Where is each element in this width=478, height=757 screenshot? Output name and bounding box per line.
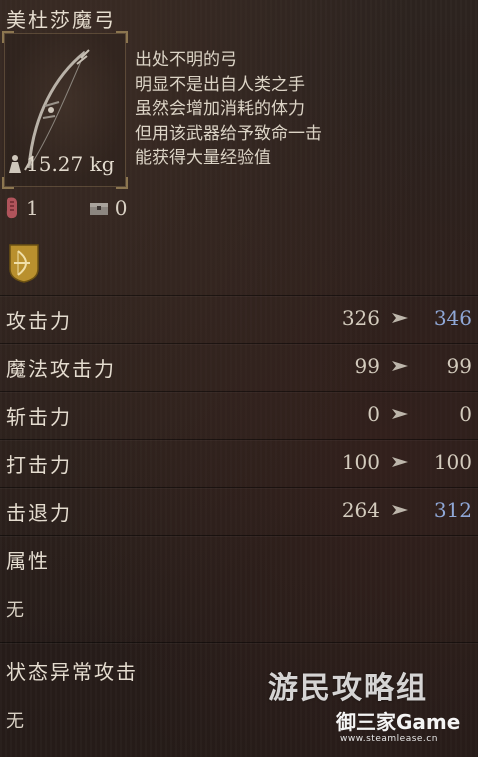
- description-line: 但用该武器给予致命一击: [135, 123, 322, 144]
- stat-current-value: 0: [367, 402, 380, 426]
- stat-row-attack: 攻击力 326 346: [0, 296, 478, 343]
- stat-row-strike: 打击力 100 100: [0, 440, 478, 487]
- stat-row-knockback: 击退力 264 312: [0, 488, 478, 535]
- item-name: 美杜莎魔弓: [6, 8, 116, 32]
- stat-current-value: 99: [354, 354, 380, 378]
- weight-icon: [9, 155, 21, 173]
- weight-value: 15.27 kg: [26, 152, 115, 176]
- stat-new-value: 100: [433, 450, 472, 474]
- attribute-label: 属性: [6, 549, 50, 573]
- description-line: 能获得大量经验值: [135, 148, 271, 168]
- watermark-url: www.steamlease.cn: [340, 734, 438, 744]
- storage-count-value: 0: [114, 196, 128, 220]
- stat-label: 打击力: [6, 453, 72, 477]
- bow-skill-badge-icon: [9, 244, 39, 283]
- stat-label: 攻击力: [6, 309, 72, 333]
- status-attack-value: 无: [6, 711, 24, 732]
- description-line: 明显不是出自人类之手: [135, 74, 305, 95]
- stat-new-value: 312: [433, 498, 472, 522]
- stat-new-value: 99: [446, 354, 472, 378]
- status-attack-label: 状态异常攻击: [6, 660, 138, 684]
- item-weight: 15.27 kg: [6, 152, 115, 176]
- arrow-right-icon: [392, 457, 408, 467]
- item-description: 出处不明的弓 明显不是出自人类之手 虽然会增加消耗的体力 但用该武器给予致命一击…: [135, 48, 322, 171]
- attribute-value: 无: [6, 600, 24, 621]
- storage-count: 0: [89, 196, 128, 220]
- arrow-right-icon: [392, 409, 408, 419]
- chest-icon: [89, 203, 108, 215]
- arrow-right-icon: [392, 313, 408, 323]
- stat-current-value: 100: [341, 450, 380, 474]
- held-count: 1: [4, 196, 39, 220]
- stat-current-value: 326: [341, 306, 380, 330]
- stat-label: 魔法攻击力: [6, 357, 116, 381]
- stat-new-value: 346: [433, 306, 472, 330]
- item-counts: 1 0: [4, 196, 127, 220]
- description-line: 虽然会增加消耗的体力: [135, 99, 305, 119]
- stat-row-slash: 斩击力 0 0: [0, 392, 478, 439]
- stat-label: 击退力: [6, 501, 72, 525]
- arrow-right-icon: [392, 361, 408, 371]
- held-count-value: 1: [26, 196, 39, 220]
- hand-icon: [6, 197, 17, 219]
- stat-current-value: 264: [341, 498, 380, 522]
- stat-new-value: 0: [459, 402, 472, 426]
- stat-label: 斩击力: [6, 405, 72, 429]
- stat-row-magic-attack: 魔法攻击力 99 99: [0, 344, 478, 391]
- watermark-brand: 御三家Game: [336, 710, 461, 734]
- arrow-right-icon: [392, 505, 408, 515]
- description-line: 出处不明的弓: [135, 50, 237, 70]
- watermark-site: 游民攻略组: [268, 671, 428, 706]
